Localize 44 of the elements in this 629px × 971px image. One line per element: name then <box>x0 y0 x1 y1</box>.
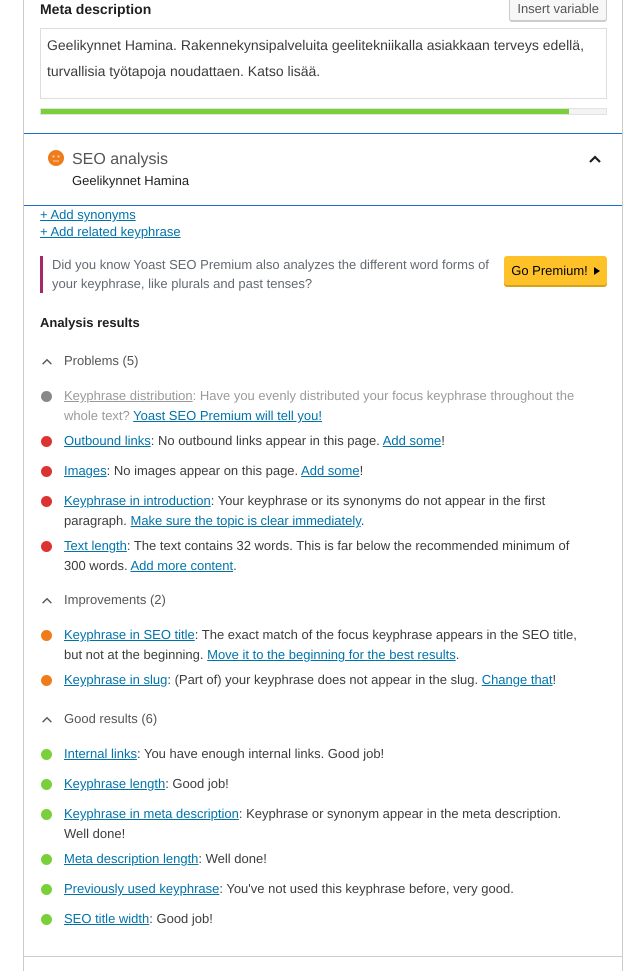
result-link[interactable]: Add some <box>301 463 360 478</box>
results-group-toggle[interactable]: Problems (5) <box>40 351 138 371</box>
result-link[interactable]: Outbound links <box>64 433 151 448</box>
result-text: Internal links: You have enough internal links. Good job! <box>64 745 386 763</box>
result-link[interactable]: Keyphrase in meta description <box>64 806 239 821</box>
result-text: Keyphrase in SEO title: The exact match of the focus keyphrase appears in the SEO title, but not at the beginning. Move it to the beginning for the best results. <box>64 626 578 664</box>
seo-analysis-toggle[interactable]: SEO analysis Geelikynnet Hamina <box>24 133 622 206</box>
field-label: Meta description <box>40 0 152 18</box>
premium-notice: Did you know Yoast SEO Premium also analyzes the different word forms of your keyphrase, like plurals and past tenses? <box>40 256 498 293</box>
result-link[interactable]: Keyphrase in introduction <box>64 493 211 508</box>
result-link[interactable]: Add some <box>382 433 442 448</box>
insert-variable-button[interactable]: Insert variable <box>509 0 607 21</box>
result-link[interactable]: Make sure the topic is clear immediately <box>130 513 361 528</box>
result-text: Previously used keyphrase: You've not used this keyphrase before, very good. <box>64 880 515 898</box>
result-link[interactable]: Change that <box>482 672 553 687</box>
result-link[interactable]: Meta description length <box>64 851 198 866</box>
text-link[interactable]: + Add related keyphrase <box>40 223 181 240</box>
result-link[interactable]: Add more content <box>130 558 234 573</box>
result-link[interactable]: Previously used keyphrase <box>64 881 220 896</box>
result-text: Text length: The text contains 32 words. This is far below the recommended minimum of 300 words. Add more content. <box>64 537 570 575</box>
result-link[interactable]: Keyphrase in SEO title <box>64 627 195 642</box>
result-link[interactable]: Keyphrase in slug <box>64 672 168 687</box>
result-link[interactable]: Internal links <box>64 746 137 761</box>
result-text: Images: No images appear on this page. Add some! <box>64 462 364 480</box>
results-group-toggle[interactable]: Good results (6) <box>40 709 158 729</box>
result-text: Meta description length: Well done! <box>64 850 268 868</box>
result-text: Keyphrase length: Good job! <box>64 775 230 793</box>
go-premium-button[interactable]: Go Premium! <box>504 256 607 285</box>
result-text: Outbound links: No outbound links appear in this page. Add some! <box>64 432 446 450</box>
text-link[interactable]: + Add synonyms <box>40 206 136 223</box>
result-text: Keyphrase in meta description: Keyphrase or synonym appear in the meta description. Well done! <box>64 805 562 843</box>
result-link[interactable]: SEO title width <box>64 911 150 926</box>
result-text: Keyphrase distribution: Have you evenly distributed your focus keyphrase throughout the whole text? Yoast SEO Premium will tell you! <box>64 387 576 425</box>
result-text: Keyphrase in introduction: Your keyphrase or its synonyms do not appear in the first paragraph. Make sure the topic is clear immediately. <box>64 492 546 530</box>
result-text: Keyphrase in slug: (Part of) your keyphrase does not appear in the slug. Change that! <box>64 671 558 689</box>
result-link[interactable]: Text length <box>64 538 127 553</box>
meta-description-field[interactable]: Geelikynnet Hamina. Rakennekynsipalveluita geelitekniikalla asiakkaan terveys edellä, turvallisia työtapoja noudattaen. Katso lisää. <box>40 28 607 99</box>
results-group-toggle[interactable]: Improvements (2) <box>40 590 166 610</box>
result-link[interactable]: Move it to the beginning for the best results <box>207 647 456 662</box>
caret-right-icon <box>594 266 600 274</box>
result-link[interactable]: Keyphrase length <box>64 776 166 791</box>
result-text: SEO title width: Good job! <box>64 910 214 928</box>
section-heading: Analysis results <box>40 314 140 332</box>
result-link[interactable]: Images <box>64 463 107 478</box>
